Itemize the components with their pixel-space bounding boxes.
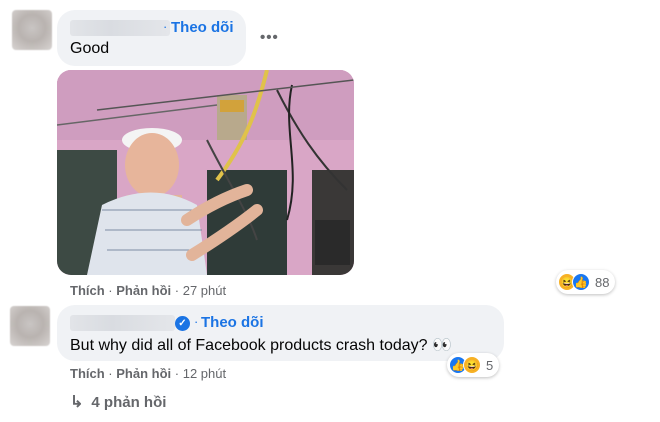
- commenter-avatar[interactable]: [10, 306, 50, 346]
- separator-dot: ·: [194, 314, 199, 329]
- haha-icon: 😆: [463, 356, 481, 374]
- separator-dot: ·: [174, 283, 183, 298]
- comment-timestamp[interactable]: 27 phút: [183, 283, 226, 298]
- comment-text: But why did all of Facebook products cra…: [70, 337, 452, 354]
- commenter-name-redacted[interactable]: [70, 20, 170, 36]
- reaction-summary[interactable]: 👍 😆 5: [447, 353, 500, 377]
- reply-action-link[interactable]: Phản hồi: [116, 283, 171, 298]
- like-action-link[interactable]: Thích: [70, 366, 105, 381]
- reply-action-link[interactable]: Phản hồi: [116, 366, 171, 381]
- comment-timestamp[interactable]: 12 phút: [183, 366, 226, 381]
- comment-text: Good: [70, 40, 110, 57]
- photo-illustration: [57, 70, 354, 275]
- view-replies-link[interactable]: ↳ 4 phản hồi: [70, 392, 166, 412]
- more-options-icon[interactable]: •••: [260, 29, 279, 46]
- commenter-avatar[interactable]: [12, 10, 52, 50]
- comment-photo[interactable]: [57, 70, 354, 275]
- commenter-name-redacted[interactable]: [70, 315, 175, 331]
- follow-link[interactable]: Theo dõi: [171, 19, 234, 36]
- separator-dot: ·: [163, 19, 168, 34]
- reaction-count: 5: [486, 357, 494, 373]
- comment-actions: Thích · Phản hồi · 12 phút: [70, 366, 226, 381]
- like-action-link[interactable]: Thích: [70, 283, 105, 298]
- comment-bubble: ✓ · Theo dõi But why did all of Facebook…: [57, 305, 504, 361]
- separator-dot: ·: [174, 366, 183, 381]
- verified-badge-icon: ✓: [175, 316, 190, 331]
- follow-link[interactable]: Theo dõi: [201, 314, 264, 331]
- replies-count-label: 4 phản hồi: [91, 394, 167, 411]
- comment-bubble: · Theo dõi Good: [57, 10, 246, 66]
- comment-actions: Thích · Phản hồi · 27 phút: [70, 283, 226, 298]
- reply-arrow-icon: ↳: [70, 394, 84, 411]
- reaction-summary[interactable]: 😆 👍 88: [556, 270, 616, 294]
- reaction-count: 88: [595, 274, 610, 290]
- like-icon: 👍: [572, 273, 590, 291]
